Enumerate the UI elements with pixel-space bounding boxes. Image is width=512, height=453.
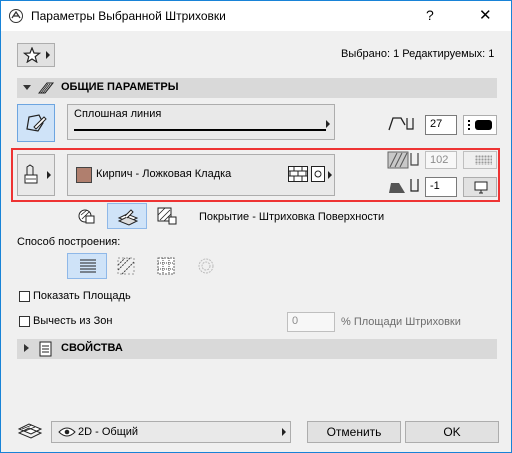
section-properties-label: СВОЙСТВА	[61, 342, 123, 354]
cross-hatch-icon[interactable]	[157, 257, 175, 275]
contour-pen-button[interactable]	[463, 115, 497, 135]
line-preview	[74, 129, 326, 131]
layer-selector[interactable]: 2D - Общий	[51, 421, 291, 443]
background-pen-field[interactable]: 102	[425, 151, 457, 169]
fill-type-button[interactable]	[17, 154, 55, 196]
background-pen-button[interactable]	[463, 151, 497, 169]
ok-label: OK	[443, 425, 461, 439]
diagonal-hatch-icon[interactable]	[117, 257, 135, 275]
dotted-pen-swatch	[475, 155, 492, 165]
section-general-header[interactable]: ОБЩИЕ ПАРАМЕТРЫ	[17, 78, 497, 98]
foreground-pen-field[interactable]: -1	[425, 177, 457, 197]
fill-settings-icon	[37, 82, 55, 94]
foreground-pen-icon	[389, 179, 419, 193]
show-area-checkbox[interactable]	[19, 291, 30, 302]
monitor-icon	[474, 181, 488, 194]
contour-pen-icon	[26, 114, 47, 132]
construction-method-label: Способ построения:	[17, 236, 121, 248]
cut-fill-icon[interactable]	[157, 207, 177, 225]
parallel-lines-icon	[80, 259, 96, 273]
selection-status: Выбрано: 1 Редактируемых: 1	[341, 48, 495, 60]
document-icon	[39, 341, 52, 357]
show-area-label[interactable]: Показать Площадь	[33, 290, 131, 302]
radial-hatch-icon[interactable]	[197, 257, 215, 275]
collapse-arrow-icon	[24, 344, 29, 352]
fill-category-label: Покрытие - Штриховка Поверхности	[199, 211, 385, 223]
cancel-label: Отменить	[326, 425, 382, 439]
cover-fill-icon	[117, 209, 139, 226]
contour-pen-field[interactable]: 27	[425, 115, 457, 135]
line-pen-icon	[388, 117, 414, 131]
image-fill-icon	[311, 166, 325, 182]
drafting-fill-icon[interactable]	[77, 207, 97, 225]
help-button[interactable]: ?	[426, 7, 434, 23]
percent-label: % Площади Штриховки	[341, 316, 461, 328]
chevron-right-icon	[328, 171, 332, 179]
dialog-window: Параметры Выбранной Штриховки ? ✕ Выбран…	[0, 0, 512, 453]
chevron-right-icon	[282, 428, 286, 436]
layer-name: 2D - Общий	[78, 426, 139, 438]
archicad-app-icon	[9, 9, 23, 23]
subtract-zones-label[interactable]: Вычесть из Зон	[33, 315, 113, 327]
contour-toggle[interactable]	[17, 104, 55, 142]
background-pen-icon	[387, 151, 419, 169]
fill-brush-icon	[24, 164, 38, 184]
chevron-right-icon	[46, 51, 50, 59]
construction-lines-button[interactable]	[67, 253, 107, 279]
line-type-selector[interactable]: Сплошная линия	[67, 104, 335, 140]
window-title: Параметры Выбранной Штриховки	[31, 9, 226, 23]
subtract-zones-checkbox[interactable]	[19, 316, 30, 327]
fill-pattern-selector[interactable]: Кирпич - Ложковая Кладка	[67, 154, 335, 196]
section-properties-header[interactable]: СВОЙСТВА	[17, 339, 497, 359]
cover-fill-button[interactable]	[107, 203, 147, 229]
cancel-button[interactable]: Отменить	[307, 421, 401, 443]
chevron-right-icon	[47, 171, 51, 179]
layer-icon	[17, 423, 43, 439]
close-button[interactable]: ✕	[479, 6, 492, 24]
expand-arrow-icon	[23, 85, 31, 90]
pen-dots	[468, 120, 472, 130]
percent-field[interactable]: 0	[287, 312, 335, 332]
pen-swatch	[475, 120, 492, 130]
favorites-button[interactable]	[17, 43, 55, 67]
eye-icon	[58, 427, 76, 437]
fill-color-swatch	[76, 167, 92, 183]
section-general-label: ОБЩИЕ ПАРАМЕТРЫ	[61, 81, 179, 93]
line-type-label: Сплошная линия	[74, 108, 162, 120]
fill-pattern-name: Кирпич - Ложковая Кладка	[96, 168, 232, 180]
foreground-pen-button[interactable]	[463, 177, 497, 197]
title-bar: Параметры Выбранной Штриховки ? ✕	[1, 1, 511, 31]
chevron-right-icon	[326, 120, 330, 128]
ok-button[interactable]: OK	[405, 421, 499, 443]
brick-pattern-icon	[288, 166, 308, 182]
star-icon	[23, 47, 41, 63]
